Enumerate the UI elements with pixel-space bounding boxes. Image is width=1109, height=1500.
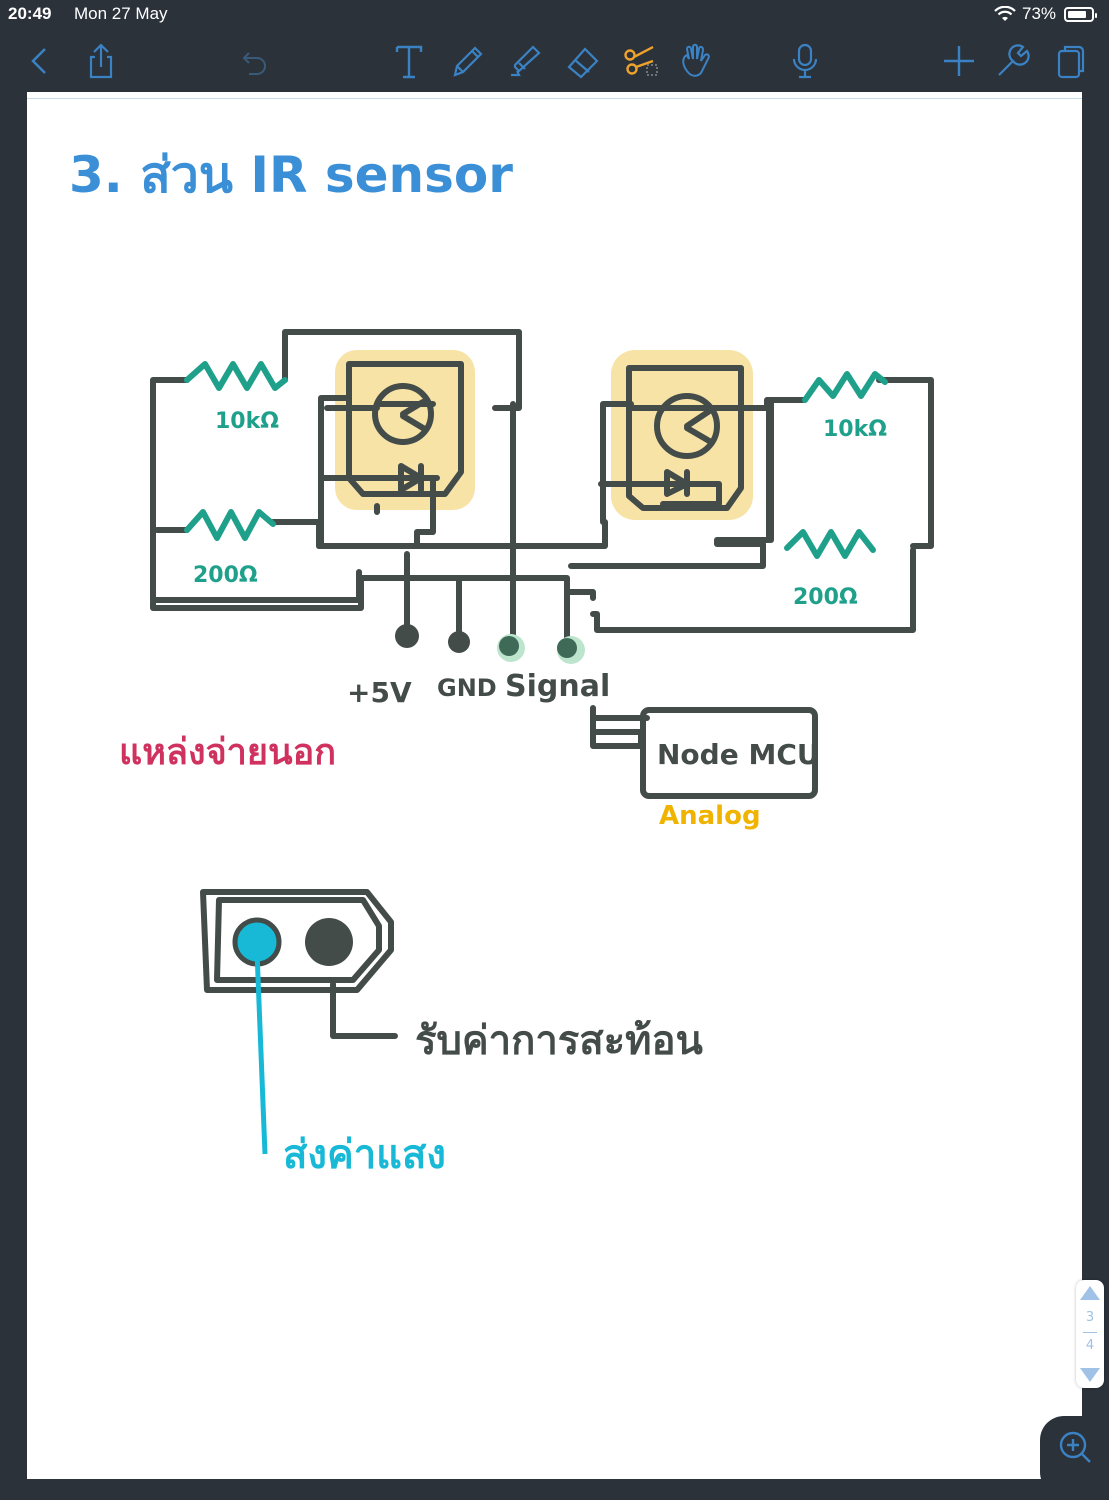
highlighter-tool-icon[interactable] <box>502 38 548 84</box>
battery-percent: 73% <box>1022 4 1057 23</box>
pin-label-signal: Signal <box>505 669 610 704</box>
text-tool-icon[interactable] <box>386 38 432 84</box>
pin-dot-5v <box>395 624 419 648</box>
status-bar: 20:49 Mon 27 May 73% <box>0 0 1109 30</box>
current-page-number: 3 <box>1085 1310 1095 1325</box>
undo-icon[interactable] <box>232 38 278 84</box>
resistor-left-bottom-label: 200Ω <box>193 563 258 588</box>
next-page-number: 4 <box>1085 1338 1095 1353</box>
pin-dot-gnd <box>448 631 470 653</box>
pin-label-5v: +5V <box>347 676 412 709</box>
page-navigator[interactable]: 3 4 <box>1076 1280 1104 1388</box>
receiver-label: รับค่าการสะท้อน <box>415 1018 703 1064</box>
note-title: 3. ส่วน IR sensor <box>69 146 513 204</box>
pin-dot-signal-1-core <box>499 636 519 656</box>
node-mcu-label: Node MCU <box>657 738 820 771</box>
back-chevron-icon[interactable] <box>16 38 62 84</box>
pin-dot-signal-2-core <box>557 638 577 658</box>
toolbar <box>0 30 1109 92</box>
external-supply-label: แหล่งจ่ายนอก <box>119 732 336 773</box>
status-time: 20:49 <box>8 4 52 23</box>
emitter-label: ส่งค่าแสง <box>283 1132 446 1178</box>
wrench-icon[interactable] <box>990 38 1036 84</box>
resistor-left-top <box>184 361 288 391</box>
receiver-led <box>305 918 353 966</box>
pin-label-gnd: GND <box>437 674 497 702</box>
sensor-module-outline <box>200 889 394 993</box>
node-mcu-wire <box>590 705 650 749</box>
right-sensor-highlight <box>611 350 753 520</box>
handwritten-diagram: 3. ส่วน IR sensor 10kΩ 200Ω 10kΩ 200Ω +5… <box>69 146 934 1178</box>
resistor-left-bottom <box>184 509 276 541</box>
status-date: Mon 27 May <box>74 4 168 23</box>
page-separator <box>1083 1332 1097 1333</box>
wifi-icon <box>994 5 1016 27</box>
pen-tool-icon[interactable] <box>444 38 490 84</box>
note-page[interactable]: 3. ส่วน IR sensor 10kΩ 200Ω 10kΩ 200Ω +5… <box>27 92 1082 1479</box>
page-down-icon[interactable] <box>1080 1368 1100 1382</box>
zoom-in-icon <box>1059 1431 1091 1463</box>
lasso-scissors-icon[interactable] <box>618 38 664 84</box>
zoom-button[interactable] <box>1040 1416 1109 1496</box>
add-icon[interactable] <box>936 38 982 84</box>
microphone-icon[interactable] <box>782 38 828 84</box>
page-up-icon[interactable] <box>1080 1286 1100 1300</box>
resistor-right-top-label: 10kΩ <box>823 417 887 442</box>
battery-icon <box>1064 7 1097 22</box>
hand-pointer-icon[interactable] <box>672 38 718 84</box>
resistor-right-bottom <box>784 529 876 559</box>
resistor-left-top-label: 10kΩ <box>215 409 279 434</box>
analog-label: Analog <box>659 801 761 831</box>
eraser-tool-icon[interactable] <box>560 38 606 84</box>
share-icon[interactable] <box>78 38 124 84</box>
pages-icon[interactable] <box>1046 38 1092 84</box>
resistor-right-bottom-label: 200Ω <box>793 585 858 610</box>
resistor-right-top <box>802 371 888 403</box>
